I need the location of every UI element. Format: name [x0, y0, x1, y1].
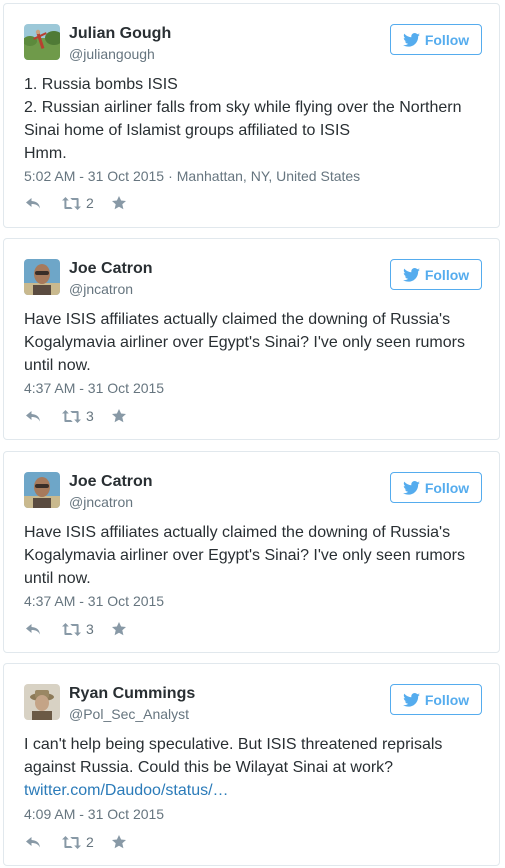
retweet-icon: [62, 835, 81, 849]
timestamp-link[interactable]: 4:09 AM - 31 Oct 2015: [24, 806, 164, 822]
avatar[interactable]: [24, 259, 60, 295]
tweet-meta: 4:09 AM - 31 Oct 2015: [24, 806, 164, 822]
tweet-feed: Julian Gough @juliangough Follow 1. Russ…: [0, 0, 505, 868]
timestamp-link[interactable]: 5:02 AM - 31 Oct 2015: [24, 168, 164, 184]
tweet-text-line: until now.: [24, 570, 91, 587]
avatar-portrait-image: [24, 684, 60, 720]
retweet-icon: [62, 196, 81, 210]
retweet-count: 3: [86, 621, 94, 637]
retweet-button[interactable]: 2: [62, 195, 94, 211]
avatar-landscape-image: [24, 24, 60, 60]
meta-separator: ·: [168, 168, 173, 184]
retweet-button[interactable]: 3: [62, 408, 94, 424]
tweet-card: Joe Catron @jncatron Follow Have ISIS af…: [3, 238, 500, 440]
retweet-button[interactable]: 2: [62, 834, 94, 850]
tweet-text-line: 2. Russian airliner falls from sky while…: [24, 99, 462, 116]
follow-button[interactable]: Follow: [390, 472, 482, 503]
follow-button[interactable]: Follow: [390, 684, 482, 715]
avatar[interactable]: [24, 472, 60, 508]
tweet-text-line: Hmm.: [24, 145, 67, 162]
follow-button[interactable]: Follow: [390, 259, 482, 290]
favorite-button[interactable]: [111, 409, 126, 423]
follow-label: Follow: [424, 31, 470, 48]
reply-button[interactable]: [26, 410, 41, 423]
twitter-bird-icon: [402, 32, 420, 47]
author-name[interactable]: Ryan Cummings: [69, 685, 195, 703]
retweet-icon: [62, 409, 81, 423]
reply-icon: [26, 623, 40, 634]
tweet-text-line: Have ISIS affiliates actually claimed th…: [24, 311, 451, 328]
timestamp-link[interactable]: 4:37 AM - 31 Oct 2015: [24, 380, 164, 396]
tweet-text-line: I can't help being speculative. But ISIS…: [24, 736, 443, 753]
tweet-text-line: Kogalymavia airliner over Egypt's Sinai?…: [24, 334, 465, 351]
author-name[interactable]: Joe Catron: [69, 260, 153, 278]
retweet-count: 2: [86, 834, 94, 850]
author-handle[interactable]: @jncatron: [69, 494, 133, 510]
twitter-bird-icon: [402, 480, 420, 495]
tweet-actions: 2: [26, 194, 126, 212]
tweet-card: Joe Catron @jncatron Follow Have ISIS af…: [3, 451, 500, 653]
follow-label: Follow: [424, 691, 470, 708]
favorite-icon: [111, 835, 126, 849]
tweet-text-line: until now.: [24, 357, 91, 374]
follow-label: Follow: [424, 479, 470, 496]
tweet-text-line: against Russia. Could this be Wilayat Si…: [24, 759, 394, 776]
tweet-link[interactable]: twitter.com/Daudoo/status/…: [24, 782, 229, 799]
reply-icon: [26, 197, 40, 208]
timestamp-link[interactable]: 4:37 AM - 31 Oct 2015: [24, 593, 164, 609]
retweet-count: 2: [86, 195, 94, 211]
tweet-text: Have ISIS affiliates actually claimed th…: [24, 521, 484, 590]
retweet-count: 3: [86, 408, 94, 424]
tweet-text-line: 1. Russia bombs ISIS: [24, 76, 178, 93]
follow-label: Follow: [424, 266, 470, 283]
reply-icon: [26, 836, 40, 847]
twitter-bird-icon: [402, 692, 420, 707]
author-name[interactable]: Joe Catron: [69, 473, 153, 491]
avatar[interactable]: [24, 684, 60, 720]
tweet-actions: 2: [26, 833, 126, 851]
author-name[interactable]: Julian Gough: [69, 25, 171, 43]
favorite-button[interactable]: [111, 622, 126, 636]
favorite-icon: [111, 622, 126, 636]
reply-button[interactable]: [26, 836, 41, 849]
avatar-portrait-image: [24, 259, 60, 295]
favorite-icon: [111, 409, 126, 423]
author-handle[interactable]: @juliangough: [69, 46, 155, 62]
tweet-meta: 4:37 AM - 31 Oct 2015: [24, 593, 164, 609]
tweet-meta: 4:37 AM - 31 Oct 2015: [24, 380, 164, 396]
tweet-text: Have ISIS affiliates actually claimed th…: [24, 308, 484, 377]
reply-button[interactable]: [26, 197, 41, 210]
favorite-button[interactable]: [111, 835, 126, 849]
tweet-text-line: Have ISIS affiliates actually claimed th…: [24, 524, 451, 541]
author-handle[interactable]: @Pol_Sec_Analyst: [69, 706, 189, 722]
reply-button[interactable]: [26, 623, 41, 636]
avatar[interactable]: [24, 24, 60, 60]
favorite-button[interactable]: [111, 196, 126, 210]
follow-button[interactable]: Follow: [390, 24, 482, 55]
tweet-text: I can't help being speculative. But ISIS…: [24, 733, 484, 802]
tweet-text-line: Kogalymavia airliner over Egypt's Sinai?…: [24, 547, 465, 564]
favorite-icon: [111, 196, 126, 210]
tweet-text-line: Sinai home of Islamist groups affiliated…: [24, 122, 351, 139]
retweet-button[interactable]: 3: [62, 621, 94, 637]
retweet-icon: [62, 622, 81, 636]
avatar-portrait-image: [24, 472, 60, 508]
author-handle[interactable]: @jncatron: [69, 281, 133, 297]
tweet-actions: 3: [26, 620, 126, 638]
tweet-actions: 3: [26, 407, 126, 425]
location-link[interactable]: Manhattan, NY, United States: [177, 168, 360, 184]
tweet-meta: 5:02 AM - 31 Oct 2015 · Manhattan, NY, Uni…: [24, 168, 360, 184]
tweet-text: 1. Russia bombs ISIS 2. Russian airliner…: [24, 73, 484, 165]
tweet-card: Ryan Cummings @Pol_Sec_Analyst Follow I …: [3, 663, 500, 866]
reply-icon: [26, 410, 40, 421]
twitter-bird-icon: [402, 267, 420, 282]
tweet-card: Julian Gough @juliangough Follow 1. Russ…: [3, 3, 500, 228]
